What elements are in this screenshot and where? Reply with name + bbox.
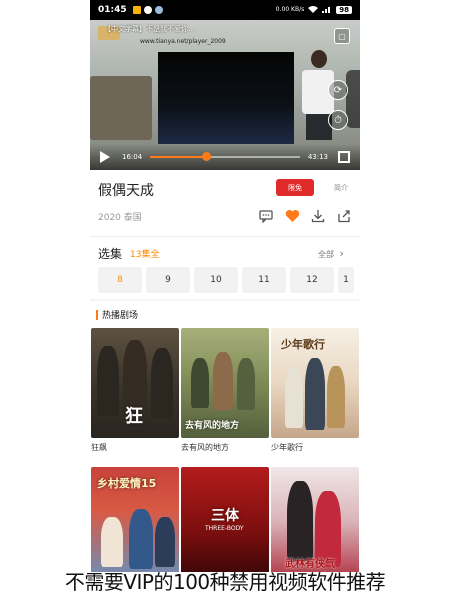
drama-card[interactable]: 乡村爱情15 [91,467,179,572]
hot-section-header: 热播剧场 [96,308,138,321]
hot-dramas-section: 热播剧场 狂 狂飙 去有风的地方 去有风的地方 少年歌行 少年歌行 乡村爱情15… [90,302,360,572]
drama-card[interactable]: 少年歌行 少年歌行 [271,328,359,453]
fullscreen-icon[interactable] [338,151,350,163]
video-scene-sofa [90,76,152,140]
poster-text: 三体 [211,508,239,524]
current-time: 16:04 [122,153,143,161]
drama-title: 狂飙 [91,443,107,452]
heart-icon[interactable] [284,208,300,224]
share-icon[interactable] [336,208,352,224]
section-accent-bar [96,309,98,320]
phone-screen: 01:45 0.00 KB/s 98 【中文字幕】不是我不爱你... www.t… [90,0,360,572]
episode-section-title: 选集 [98,247,123,261]
divider [90,299,360,301]
episode-item[interactable]: 9 [146,267,190,293]
video-overlay-url: www.tianya.net/player_2009 [140,38,226,45]
video-player[interactable]: 【中文字幕】不是我不爱你... www.tianya.net/player_20… [90,20,360,170]
episode-item[interactable]: 10 [194,267,238,293]
drama-title: 少年歌行 [271,443,303,452]
episode-section: 选集 13集全 全部 › 8 9 10 11 12 1 [90,237,360,299]
episode-item[interactable]: 11 [242,267,286,293]
episode-all-link[interactable]: 全部 › [318,247,344,260]
side-handle[interactable] [346,70,360,128]
poster-subtitle: THREE-BODY [205,525,244,532]
poster-text: 去有风的地方 [185,421,240,431]
poster-text: 狂 [125,406,143,427]
progress-bar[interactable] [150,152,300,161]
play-icon[interactable] [100,151,110,163]
network-speed: 0.00 KB/s [275,6,305,13]
action-row [258,208,352,224]
show-title: 假偶天成 [98,183,154,199]
drama-poster: 武林有侠气 [271,467,359,572]
drama-poster: 狂 [91,328,179,438]
intro-link[interactable]: 简介 [334,183,348,193]
drama-card[interactable]: 狂 狂飙 [91,328,179,453]
notification-icon [132,6,141,14]
episode-item[interactable]: 12 [290,267,334,293]
chat-icon [143,6,152,14]
notification-icons [132,6,163,14]
drama-card[interactable]: 武林有侠气 [271,467,359,572]
wifi-icon [308,5,319,16]
drama-poster: 去有风的地方 [181,328,269,438]
drama-poster: 乡村爱情15 [91,467,179,572]
show-info: 假偶天成 限免 简介 2020 泰国 [90,170,360,236]
download-icon[interactable] [310,208,326,224]
chevron-right-icon: › [339,247,344,260]
battery-indicator: 98 [336,6,352,14]
drama-card[interactable]: 三体 THREE-BODY [181,467,269,572]
vip-button[interactable]: 限免 [276,179,314,196]
poster-text: 乡村爱情15 [97,477,157,490]
comment-icon[interactable] [258,208,274,224]
episode-item[interactable]: 1 [338,267,354,293]
censored-block [158,52,294,144]
lock-icon[interactable]: ▢ [334,28,350,44]
show-meta: 2020 泰国 [98,213,142,223]
status-time: 01:45 [98,5,127,15]
speed-icon[interactable]: ⏱ [328,110,348,130]
episode-item[interactable]: 8 [98,267,142,293]
total-time: 43:13 [307,153,328,161]
status-right: 0.00 KB/s 98 [276,5,352,16]
video-controls: 16:04 43:13 [90,144,360,170]
signal-icon [322,5,332,16]
page-caption: 不需要VIP的100种禁用视频软件推荐 [64,570,386,594]
rotate-icon[interactable]: ⟳ [328,80,348,100]
drama-title: 去有风的地方 [181,443,229,452]
poster-text: 少年歌行 [281,338,325,351]
video-top-title: 【中文字幕】不是我不爱你... [104,25,195,33]
drama-card[interactable]: 去有风的地方 去有风的地方 [181,328,269,453]
status-bar: 01:45 0.00 KB/s 98 [90,0,360,20]
episode-list: 8 9 10 11 12 1 [98,267,354,293]
cloud-icon [154,6,163,14]
episode-count: 13集全 [130,250,160,260]
progress-fill [150,156,206,158]
drama-poster: 三体 THREE-BODY [181,467,269,572]
progress-knob[interactable] [201,152,211,161]
hot-section-title: 热播剧场 [102,311,139,321]
drama-poster: 少年歌行 [271,328,359,438]
episode-all-label: 全部 [318,250,334,259]
